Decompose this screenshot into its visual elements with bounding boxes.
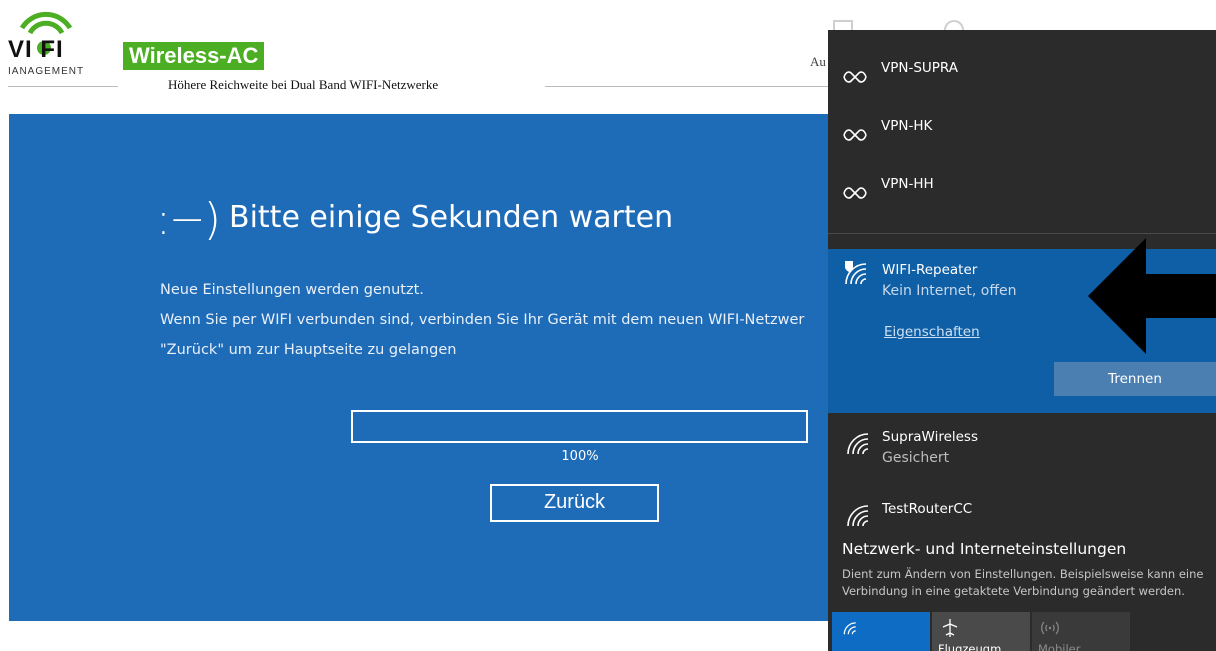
wifi-icon	[843, 622, 856, 635]
disconnect-button[interactable]: Trennen	[1054, 362, 1216, 396]
logo-subtext: IANAGEMENT	[8, 66, 85, 77]
page-tagline: Höhere Reichweite bei Dual Band WIFI-Net…	[168, 77, 439, 92]
hotspot-icon	[1041, 621, 1059, 635]
vpn-item[interactable]: VPN-HK	[828, 98, 1216, 154]
vpn-name: VPN-HK	[881, 118, 933, 134]
progress-fill	[353, 412, 806, 441]
quick-action-wifi[interactable]	[832, 612, 930, 651]
network-name: TestRouterCC	[882, 501, 973, 517]
vpn-name: VPN-HH	[881, 176, 934, 192]
properties-link[interactable]: Eigenschaften	[884, 324, 980, 340]
progress-percent: 100%	[561, 449, 599, 464]
progress-bar	[351, 410, 808, 443]
header-link-cut[interactable]: Au	[810, 54, 826, 70]
message-line: Wenn Sie per WIFI verbunden sind, verbin…	[160, 312, 805, 328]
vpn-item[interactable]: VPN-HH	[828, 156, 1216, 212]
quick-action-airplane[interactable]: Flugzeugm...	[932, 612, 1030, 651]
header-divider	[545, 86, 835, 87]
smiley: :−)	[156, 194, 221, 245]
vpn-icon	[843, 71, 867, 83]
back-button[interactable]: Zurück	[490, 484, 659, 522]
wifi-logo-icon	[19, 11, 73, 35]
logo-text: VI FI	[8, 36, 64, 63]
network-settings-description: Dient zum Ändern von Einstellungen. Beis…	[842, 567, 1204, 598]
status-panel	[9, 114, 839, 621]
wifi-icon	[847, 505, 869, 527]
active-network-status: Kein Internet, offen	[882, 283, 1017, 299]
header-divider	[8, 86, 118, 87]
wifi-warning-icon	[845, 261, 867, 285]
network-name: SupraWireless	[882, 429, 979, 445]
airplane-icon	[942, 619, 958, 637]
message-line: "Zurück" um zur Hauptseite zu gelangen	[160, 342, 457, 358]
page-title: Bitte einige Sekunden warten	[229, 200, 674, 235]
vpn-item[interactable]: VPN-SUPRA	[828, 40, 1216, 96]
message-line: Neue Einstellungen werden genutzt.	[160, 282, 424, 298]
vpn-name: VPN-SUPRA	[881, 60, 959, 76]
network-settings-link[interactable]: Netzwerk- und Interneteinstellungen	[842, 540, 1126, 558]
flyout-divider	[828, 233, 1216, 234]
screenshot-root: { "router_page": { "logo_text": "VI FI",…	[0, 0, 1216, 651]
wifi-management-logo: VI FI IANAGEMENT	[8, 6, 123, 86]
quick-action-label: Flugzeugm...	[938, 642, 1013, 651]
vpn-icon	[843, 129, 867, 141]
wifi-icon	[847, 433, 869, 455]
quick-action-label: Mobiler...	[1038, 642, 1091, 651]
network-item[interactable]: TestRouterCC	[828, 490, 1216, 534]
annotation-arrow-icon	[1088, 238, 1216, 354]
network-status: Gesichert	[882, 450, 950, 466]
network-item[interactable]: SupraWireless Gesichert	[828, 418, 1216, 470]
vpn-icon	[843, 187, 867, 199]
wireless-ac-badge: Wireless-AC	[123, 42, 265, 70]
quick-action-mobile-hotspot[interactable]: Mobiler...	[1032, 612, 1130, 651]
active-network-name: WIFI-Repeater	[882, 262, 978, 278]
